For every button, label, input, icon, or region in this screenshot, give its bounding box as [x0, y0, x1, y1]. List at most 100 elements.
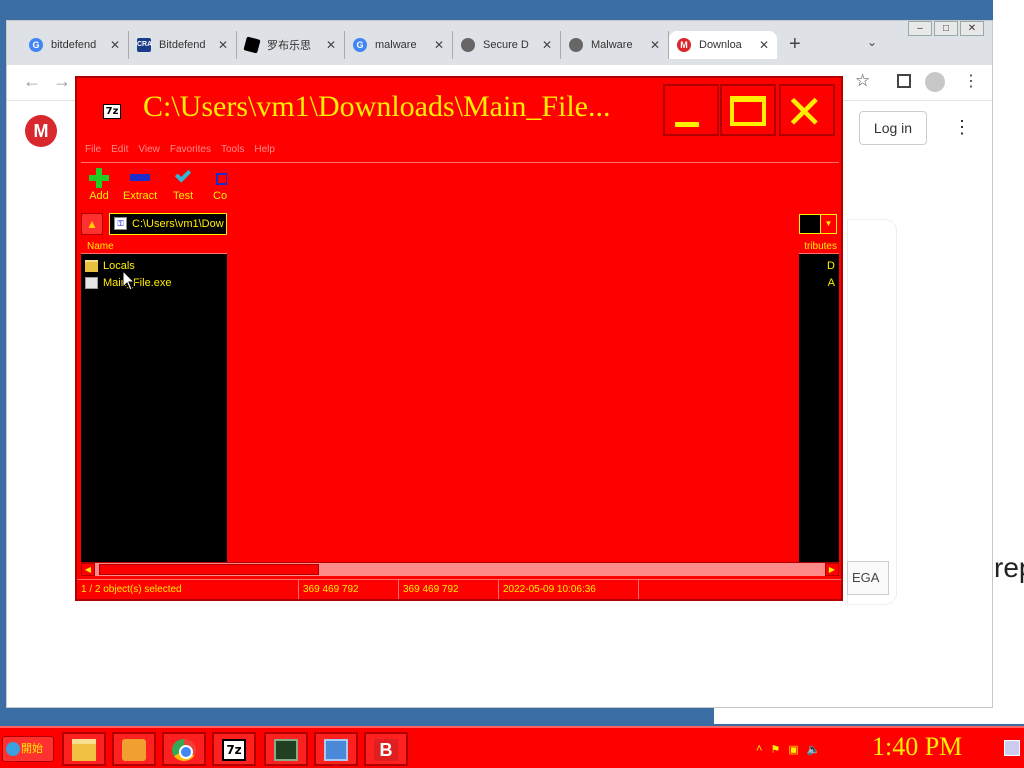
- clock[interactable]: 1:40 PM: [872, 732, 962, 762]
- network-tray-icon[interactable]: ▣: [788, 743, 798, 756]
- horizontal-scrollbar[interactable]: ◀ ▶: [81, 562, 839, 576]
- menu-edit[interactable]: Edit: [111, 144, 128, 155]
- mega-logo[interactable]: M: [25, 115, 57, 147]
- menu-view[interactable]: View: [138, 144, 160, 155]
- test-button[interactable]: Test: [173, 168, 193, 202]
- 7zip-icon: 7z: [222, 739, 246, 761]
- status-size: 369 469 792: [299, 580, 399, 599]
- login-button[interactable]: Log in: [859, 111, 927, 145]
- google-icon: G: [353, 38, 367, 52]
- close-tab-icon[interactable]: ✕: [110, 38, 120, 52]
- file-list: Name Locals Main_File.exe: [81, 240, 227, 562]
- close-tab-icon[interactable]: ✕: [650, 38, 660, 52]
- close-icon[interactable]: ✕: [960, 21, 984, 36]
- chevron-down-icon: ▼: [820, 215, 836, 233]
- attribute-value: D: [827, 260, 835, 272]
- bitdefender-icon: B: [374, 739, 398, 761]
- list-item[interactable]: Main_File.exe: [81, 275, 227, 291]
- start-button[interactable]: 開始: [2, 736, 54, 762]
- extract-label: Extract: [123, 190, 158, 202]
- tab-label: Secure D: [483, 39, 529, 51]
- address-field[interactable]: ⚿ C:\Users\vm1\Dow: [109, 213, 227, 235]
- tray-expand-icon[interactable]: ˄: [756, 743, 762, 755]
- tab-bitdefender-search[interactable]: G bitdefend ✕: [21, 31, 129, 59]
- browser-menu-icon[interactable]: ⋮: [963, 71, 979, 91]
- tab-label: Malware: [591, 39, 633, 51]
- scroll-thumb[interactable]: [99, 564, 319, 575]
- volume-icon[interactable]: 🔈: [807, 743, 821, 756]
- address-dropdown[interactable]: ▼: [799, 214, 837, 234]
- archive-icon: ⚿: [114, 217, 127, 230]
- close-button[interactable]: ✕: [779, 84, 835, 138]
- address-bar: ▲ ⚿ C:\Users\vm1\Dow: [81, 213, 227, 235]
- extract-button[interactable]: Extract: [123, 168, 157, 202]
- browser-window-controls: – □ ✕: [906, 21, 984, 37]
- mega-icon: M: [677, 38, 691, 52]
- file-name: Main_File.exe: [103, 277, 172, 289]
- taskbar: 開始 7z B ˄ ⚑ ▣ 🔈 1:40 PM: [0, 726, 1024, 768]
- profile-avatar[interactable]: [925, 72, 945, 92]
- bookmark-star-icon[interactable]: ☆: [855, 71, 870, 91]
- tab-malware[interactable]: Malware ✕: [561, 31, 669, 59]
- folder-up-icon[interactable]: ▲: [81, 213, 103, 235]
- copy-button[interactable]: Co: [213, 168, 227, 202]
- copy-label: Co: [213, 190, 227, 202]
- taskbar-bitdefender[interactable]: B: [364, 732, 408, 766]
- scroll-left-icon[interactable]: ◀: [81, 563, 95, 576]
- windows-orb-icon: [6, 742, 20, 756]
- sevenzip-app-icon[interactable]: 7z: [103, 104, 121, 119]
- taskbar-chrome[interactable]: [162, 732, 206, 766]
- taskbar-media[interactable]: [112, 732, 156, 766]
- tab-label: 罗布乐思: [267, 40, 311, 52]
- column-name-header[interactable]: Name: [81, 240, 227, 254]
- mega-button[interactable]: EGA: [847, 561, 889, 595]
- explorer-icon: [72, 739, 96, 761]
- close-tab-icon[interactable]: ✕: [542, 38, 552, 52]
- task-manager-icon: [274, 739, 298, 761]
- attribute-value: A: [827, 277, 835, 289]
- maximize-icon[interactable]: □: [934, 21, 958, 36]
- globe-icon: [569, 38, 583, 52]
- scroll-right-icon[interactable]: ▶: [825, 563, 839, 576]
- cra-icon: CRA: [137, 38, 152, 52]
- tab-malware-search[interactable]: G malware ✕: [345, 31, 453, 59]
- close-tab-icon[interactable]: ✕: [434, 38, 444, 52]
- taskbar-explorer[interactable]: [62, 732, 106, 766]
- tab-secure-download[interactable]: Secure D ✕: [453, 31, 561, 59]
- folder-icon: [85, 260, 98, 272]
- side-panel-icon[interactable]: [897, 74, 911, 88]
- menu-favorites[interactable]: Favorites: [170, 144, 211, 155]
- tab-download-active[interactable]: M Downloa ✕: [669, 31, 777, 59]
- download-card: [847, 219, 897, 605]
- list-item[interactable]: Locals: [81, 258, 227, 274]
- roblox-icon: [243, 36, 261, 54]
- check-icon: [173, 168, 193, 188]
- tab-bitdefender-cra[interactable]: CRA Bitdefend ✕: [129, 31, 237, 59]
- page-text-fragment: rep: [994, 552, 1024, 583]
- new-tab-icon[interactable]: +: [789, 33, 801, 56]
- flag-icon[interactable]: ⚑: [770, 743, 780, 756]
- page-menu-icon[interactable]: ⋮: [953, 117, 971, 138]
- back-icon[interactable]: ←: [23, 71, 41, 92]
- show-desktop-icon[interactable]: [1004, 740, 1020, 756]
- taskbar-task-manager[interactable]: [264, 732, 308, 766]
- add-button[interactable]: Add: [89, 168, 109, 202]
- maximize-button[interactable]: [720, 84, 776, 136]
- menu-help[interactable]: Help: [254, 144, 275, 155]
- close-tab-icon[interactable]: ✕: [218, 38, 228, 52]
- tab-roblox[interactable]: 罗布乐思 ✕: [237, 31, 345, 59]
- menu-file[interactable]: File: [85, 144, 101, 155]
- taskbar-network[interactable]: [314, 732, 358, 766]
- forward-icon[interactable]: →: [53, 71, 71, 92]
- close-tab-icon[interactable]: ✕: [326, 38, 336, 52]
- system-tray: ˄ ⚑ ▣ 🔈: [756, 732, 828, 766]
- minimize-button[interactable]: [663, 84, 719, 136]
- close-tab-icon[interactable]: ✕: [759, 38, 769, 52]
- sevenzip-titlebar[interactable]: 7z C:\Users\vm1\Downloads\Main_File... ✕: [77, 78, 841, 142]
- minimize-icon[interactable]: –: [908, 21, 932, 36]
- column-attributes-header[interactable]: tributes: [799, 240, 839, 254]
- menu-tools[interactable]: Tools: [221, 144, 244, 155]
- start-label: 開始: [21, 743, 43, 755]
- taskbar-7zip[interactable]: 7z: [212, 732, 256, 766]
- tab-search-icon[interactable]: ⌄: [867, 35, 877, 49]
